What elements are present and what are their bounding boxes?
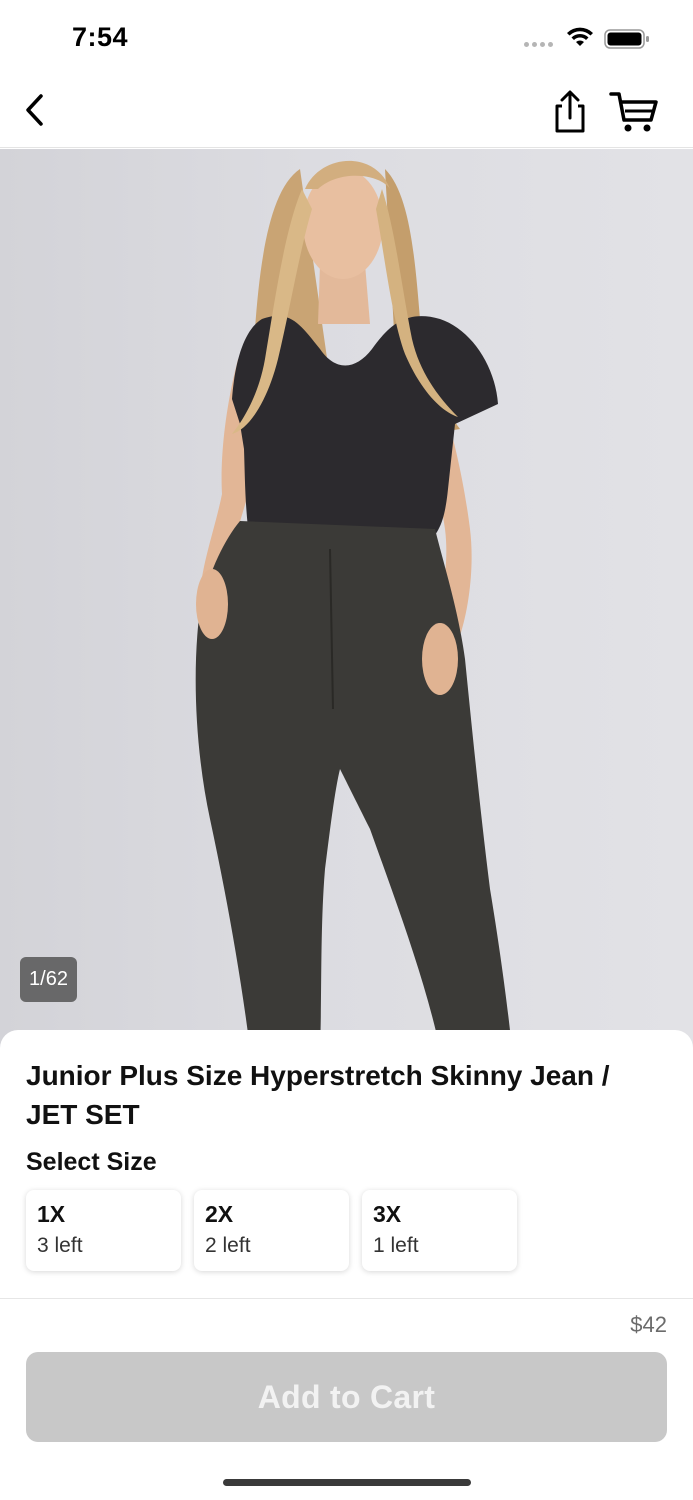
size-options: 1X 3 left 2X 2 left 3X 1 left bbox=[26, 1190, 517, 1271]
cellular-signal-icon bbox=[524, 42, 553, 47]
battery-icon bbox=[604, 29, 649, 49]
home-indicator bbox=[223, 1479, 471, 1486]
share-button[interactable] bbox=[548, 88, 592, 134]
select-size-label: Select Size bbox=[26, 1148, 157, 1176]
size-name: 1X bbox=[37, 1201, 66, 1227]
product-title: Junior Plus Size Hyperstretch Skinny Jea… bbox=[26, 1060, 610, 1130]
size-option-1x[interactable]: 1X 3 left bbox=[26, 1190, 181, 1271]
product-image[interactable]: 1/62 bbox=[0, 149, 693, 1049]
cart-button[interactable] bbox=[608, 90, 660, 134]
price-label: $42 bbox=[630, 1312, 667, 1337]
status-bar: 7:54 bbox=[0, 0, 693, 76]
model-illustration bbox=[195, 160, 512, 1049]
back-button[interactable] bbox=[14, 90, 54, 130]
size-stock: 2 left bbox=[205, 1234, 251, 1257]
photo-counter: 1/62 bbox=[20, 957, 77, 1002]
size-name: 3X bbox=[373, 1201, 402, 1227]
product-info-sheet: Junior Plus Size Hyperstretch Skinny Jea… bbox=[0, 1030, 693, 1300]
size-name: 2X bbox=[205, 1201, 234, 1227]
add-to-cart-button[interactable]: Add to Cart bbox=[26, 1352, 667, 1442]
size-option-3x[interactable]: 3X 1 left bbox=[362, 1190, 517, 1271]
chevron-left-icon bbox=[26, 94, 43, 126]
wifi-icon bbox=[567, 27, 593, 46]
size-option-2x[interactable]: 2X 2 left bbox=[194, 1190, 349, 1271]
share-icon bbox=[555, 90, 585, 133]
nav-bar bbox=[0, 76, 693, 148]
size-stock: 1 left bbox=[373, 1234, 419, 1257]
purchase-footer: $42 Add to Cart bbox=[0, 1298, 693, 1500]
size-stock: 3 left bbox=[37, 1234, 83, 1257]
shopping-cart-icon bbox=[609, 92, 658, 132]
status-time: 7:54 bbox=[72, 22, 129, 52]
